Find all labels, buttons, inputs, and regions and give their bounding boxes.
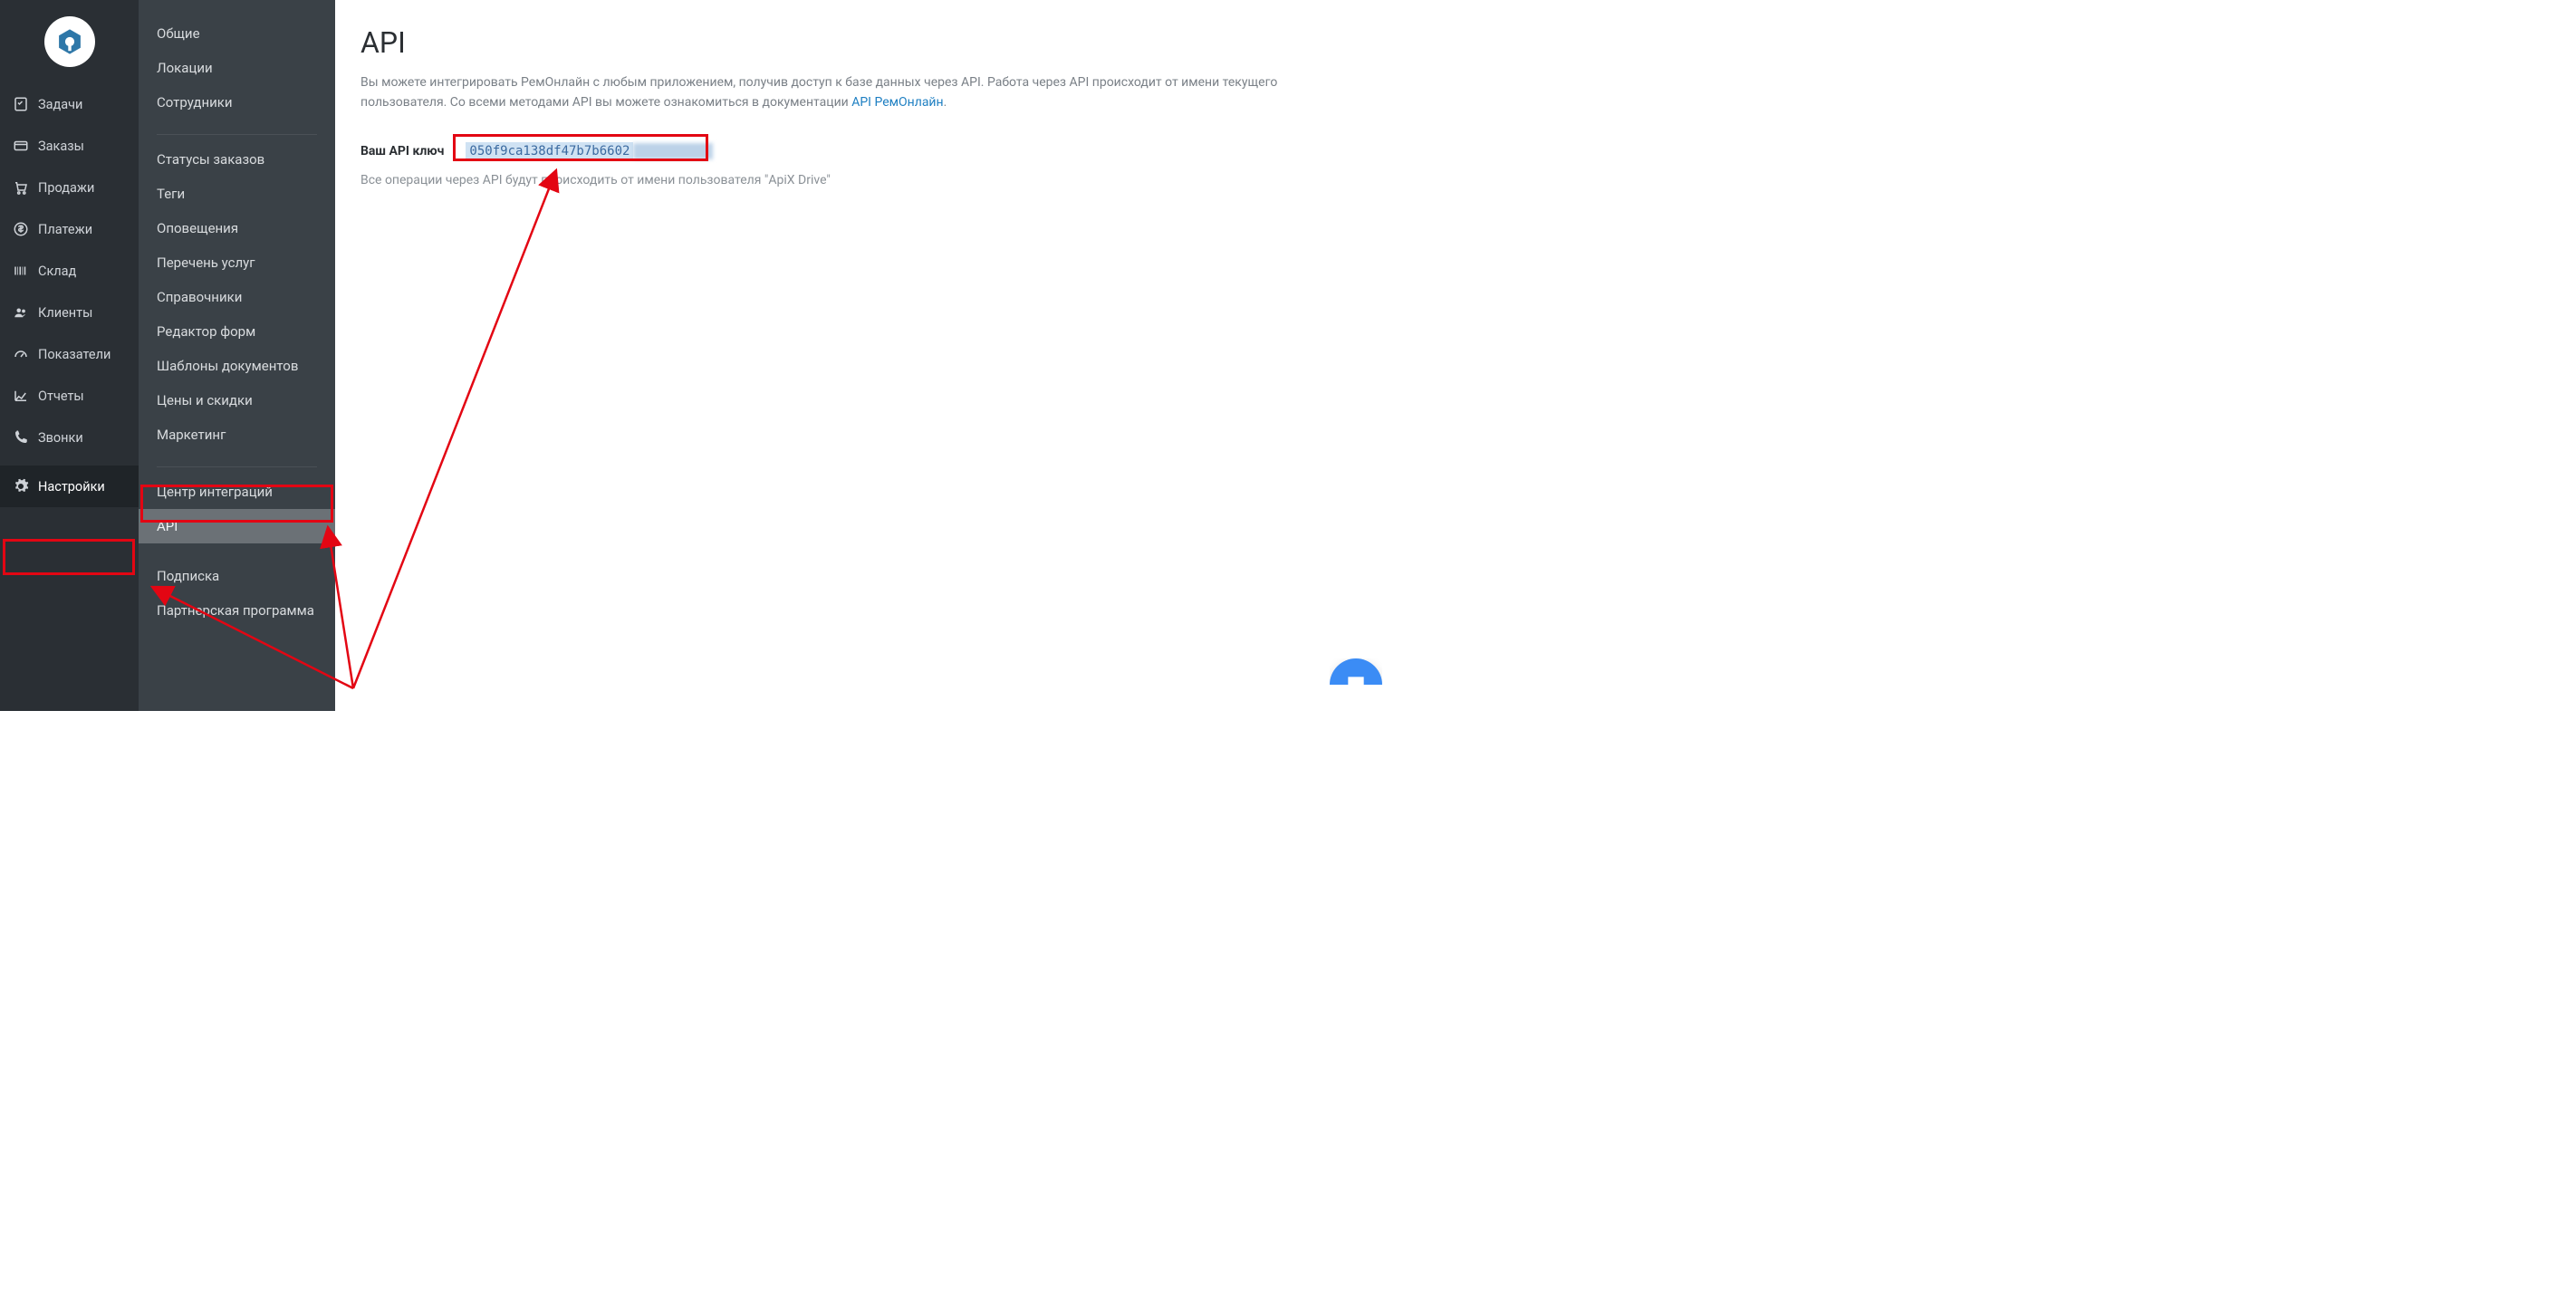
settings-item-label: Подписка <box>157 568 219 584</box>
gear-icon <box>13 478 29 495</box>
api-note: Все операции через API будут происходить… <box>360 173 1362 187</box>
settings-item-label: Партнерская программа <box>157 602 314 619</box>
dollar-icon <box>13 221 29 237</box>
chart-icon <box>13 388 29 404</box>
settings-item-label: Центр интеграций <box>157 484 273 500</box>
checklist-icon <box>13 96 29 112</box>
settings-item-label: Локации <box>157 60 213 76</box>
nav-clients[interactable]: Клиенты <box>0 292 139 333</box>
settings-item-label: Теги <box>157 186 185 202</box>
nav-reports[interactable]: Отчеты <box>0 375 139 417</box>
nav-label: Платежи <box>38 222 92 237</box>
settings-item-label: Общие <box>157 25 200 42</box>
settings-item-general[interactable]: Общие <box>139 16 335 51</box>
settings-item-statuses[interactable]: Статусы заказов <box>139 142 335 177</box>
nav-label: Показатели <box>38 347 111 362</box>
settings-item-integrations[interactable]: Центр интеграций <box>139 475 335 509</box>
nav-calls[interactable]: Звонки <box>0 417 139 458</box>
settings-item-label: Цены и скидки <box>157 392 253 408</box>
api-key-label: Ваш API ключ <box>360 144 444 158</box>
nav-label: Клиенты <box>38 305 92 321</box>
sidebar-primary: Задачи Заказы Продажи Платежи Склад <box>0 0 139 711</box>
page-intro: Вы можете интегрировать РемОнлайн с любы… <box>360 72 1362 113</box>
phone-icon <box>13 429 29 446</box>
nav-label: Звонки <box>38 430 83 446</box>
settings-item-label: Справочники <box>157 289 242 305</box>
intro-suffix: . <box>944 95 947 110</box>
api-doc-link[interactable]: API РемОнлайн <box>851 95 943 110</box>
settings-item-subscription[interactable]: Подписка <box>139 559 335 593</box>
settings-item-label: Шаблоны документов <box>157 358 298 374</box>
settings-item-directories[interactable]: Справочники <box>139 280 335 314</box>
nav-warehouse[interactable]: Склад <box>0 250 139 292</box>
settings-submenu: Общие Локации Сотрудники Статусы заказов… <box>139 0 335 711</box>
app-logo-icon <box>54 26 85 57</box>
settings-item-label: Маркетинг <box>157 427 226 443</box>
main-content: API Вы можете интегрировать РемОнлайн с … <box>335 0 1399 711</box>
gauge-icon <box>13 346 29 362</box>
divider <box>157 134 317 135</box>
settings-item-notifications[interactable]: Оповещения <box>139 211 335 245</box>
nav-label: Заказы <box>38 139 84 154</box>
nav-label: Задачи <box>38 97 82 112</box>
settings-item-partner[interactable]: Партнерская программа <box>139 593 335 628</box>
nav-label: Отчеты <box>38 389 84 404</box>
people-icon <box>13 304 29 321</box>
api-key-value[interactable]: 050f9ca138df47b7b6602 <box>466 142 633 160</box>
intro-text: Вы можете интегрировать РемОнлайн с любы… <box>360 75 1277 110</box>
settings-item-locations[interactable]: Локации <box>139 51 335 85</box>
settings-item-label: Статусы заказов <box>157 151 264 168</box>
nav-settings[interactable]: Настройки <box>0 466 139 507</box>
nav-metrics[interactable]: Показатели <box>0 333 139 375</box>
settings-item-tags[interactable]: Теги <box>139 177 335 211</box>
settings-item-doc-templates[interactable]: Шаблоны документов <box>139 349 335 383</box>
logo <box>0 7 139 83</box>
settings-item-label: Сотрудники <box>157 94 233 110</box>
orders-icon <box>13 138 29 154</box>
nav-orders[interactable]: Заказы <box>0 125 139 167</box>
barcode-icon <box>13 263 29 279</box>
nav-label: Продажи <box>38 180 94 196</box>
settings-item-label: API <box>157 518 178 534</box>
settings-item-form-editor[interactable]: Редактор форм <box>139 314 335 349</box>
nav-label: Настройки <box>38 479 105 495</box>
divider <box>157 466 317 467</box>
cart-icon <box>13 179 29 196</box>
settings-item-label: Редактор форм <box>157 323 255 340</box>
settings-item-prices[interactable]: Цены и скидки <box>139 383 335 418</box>
page-title: API <box>360 25 1362 60</box>
settings-item-marketing[interactable]: Маркетинг <box>139 418 335 452</box>
settings-item-staff[interactable]: Сотрудники <box>139 85 335 120</box>
nav-label: Склад <box>38 264 76 279</box>
api-key-blurred <box>633 143 713 159</box>
nav-payments[interactable]: Платежи <box>0 208 139 250</box>
settings-item-label: Перечень услуг <box>157 254 255 271</box>
settings-item-api[interactable]: API <box>139 509 335 543</box>
nav-sales[interactable]: Продажи <box>0 167 139 208</box>
nav-tasks[interactable]: Задачи <box>0 83 139 125</box>
api-key-box: 050f9ca138df47b7b6602 <box>458 139 720 164</box>
settings-item-services[interactable]: Перечень услуг <box>139 245 335 280</box>
settings-item-label: Оповещения <box>157 220 238 236</box>
